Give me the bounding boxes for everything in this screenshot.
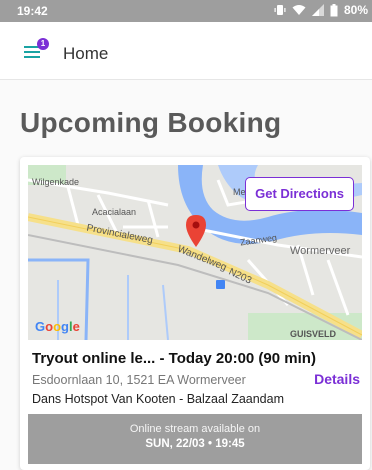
map-label-acacialaan: Acacialaan [92,207,137,217]
wifi-icon [292,5,306,15]
app-bar: 1 Home [0,22,372,80]
google-logo-letter: g [61,319,69,334]
battery-icon [330,3,338,16]
menu-icon-bar [24,51,40,53]
map-view[interactable]: Wilgenkade Acacialaan Provincialeweg Wan… [28,165,362,340]
details-link[interactable]: Details [314,371,360,387]
menu-icon-bar [24,56,40,58]
booking-venue: Dans Hotspot Van Kooten - Balzaal Zaanda… [32,392,284,406]
signal-icon [311,4,324,16]
status-time: 19:42 [17,4,48,18]
app-bar-title: Home [63,44,109,63]
map-label-wormerveer: Wormerveer [290,245,351,257]
status-icons: 80% [274,3,368,17]
map-label-guisveld: GUISVELD [290,329,337,339]
menu-button[interactable]: 1 [24,38,49,60]
google-logo-letter: o [53,319,62,334]
notification-badge: 1 [37,38,49,50]
google-logo-letter: G [35,319,46,334]
section-title: Upcoming Booking [20,107,282,138]
stream-availability-banner: Online stream available on SUN, 22/03 • … [28,414,362,464]
google-logo-letter: o [45,319,54,334]
vibrate-icon [274,5,286,15]
map-label-me: Me [233,187,246,197]
google-logo: Google [35,319,80,334]
get-directions-button[interactable]: Get Directions [245,177,354,211]
booking-address: Esdoornlaan 10, 1521 EA Wormerveer [32,373,246,387]
google-logo-letter: e [72,319,80,334]
status-bar: 19:42 80% [0,0,372,22]
map-label-wilgenkade: Wilgenkade [32,177,80,187]
stream-datetime: SUN, 22/03 • 19:45 [145,438,245,450]
booking-title: Tryout online le... - Today 20:00 (90 mi… [32,350,316,367]
stream-availability-text: Online stream available on [129,423,261,435]
booking-card[interactable]: Wilgenkade Acacialaan Provincialeweg Wan… [20,157,370,470]
battery-percent: 80% [343,3,368,17]
